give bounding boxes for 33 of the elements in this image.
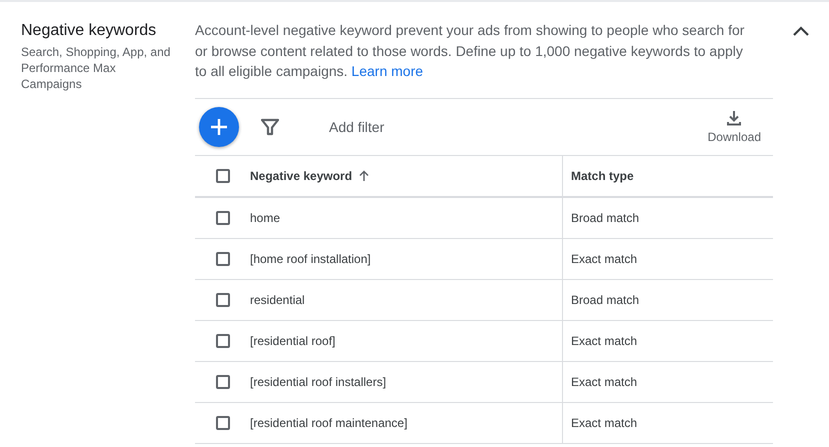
table-cell: home — [250, 210, 280, 224]
table-cell: [residential roof maintenance] — [250, 416, 408, 430]
section-subtitle: Search, Shopping, App, and Performance Max Campaigns — [21, 44, 172, 92]
table-cell: [residential roof] — [250, 334, 336, 348]
section-title: Negative keywords — [21, 22, 158, 40]
description: Account-level negative keyword prevent your ads from showing to people who search for or browse content related to those words. Define up to 1,000 negative keywords to apply to all eligible campaigns. Learn more — [195, 21, 746, 81]
table-cell: [residential roof installers] — [250, 374, 386, 388]
checkbox[interactable] — [216, 252, 230, 266]
checkbox[interactable] — [216, 416, 230, 430]
table-cell: Broad match — [571, 210, 640, 224]
table-cell: Exact match — [571, 252, 638, 266]
table-cell: Exact match — [571, 374, 638, 388]
checkbox[interactable] — [216, 292, 230, 306]
table-cell: Exact match — [571, 334, 638, 348]
table-cell: [home roof installation] — [250, 252, 371, 266]
arrow-up-icon[interactable] — [358, 170, 370, 182]
checkbox[interactable] — [216, 334, 230, 348]
table-cell: residential — [250, 292, 305, 306]
checkbox[interactable] — [216, 210, 230, 224]
table-cell: Broad match — [571, 292, 640, 306]
add-filter-button[interactable]: Add filter — [329, 118, 384, 134]
download-icon — [726, 110, 742, 126]
column-header[interactable]: Negative keyword — [250, 168, 370, 182]
learn-more-link[interactable]: Learn more — [351, 63, 424, 79]
plus-icon — [210, 118, 228, 136]
table-cell: Exact match — [571, 416, 638, 430]
download-button[interactable]: Download — [708, 110, 761, 144]
filter-icon[interactable] — [261, 118, 279, 136]
checkbox[interactable] — [216, 374, 230, 388]
add-button[interactable] — [199, 106, 239, 146]
collapse-icon[interactable] — [791, 24, 811, 38]
checkbox[interactable] — [216, 168, 230, 182]
column-header[interactable]: Match type — [571, 168, 634, 182]
